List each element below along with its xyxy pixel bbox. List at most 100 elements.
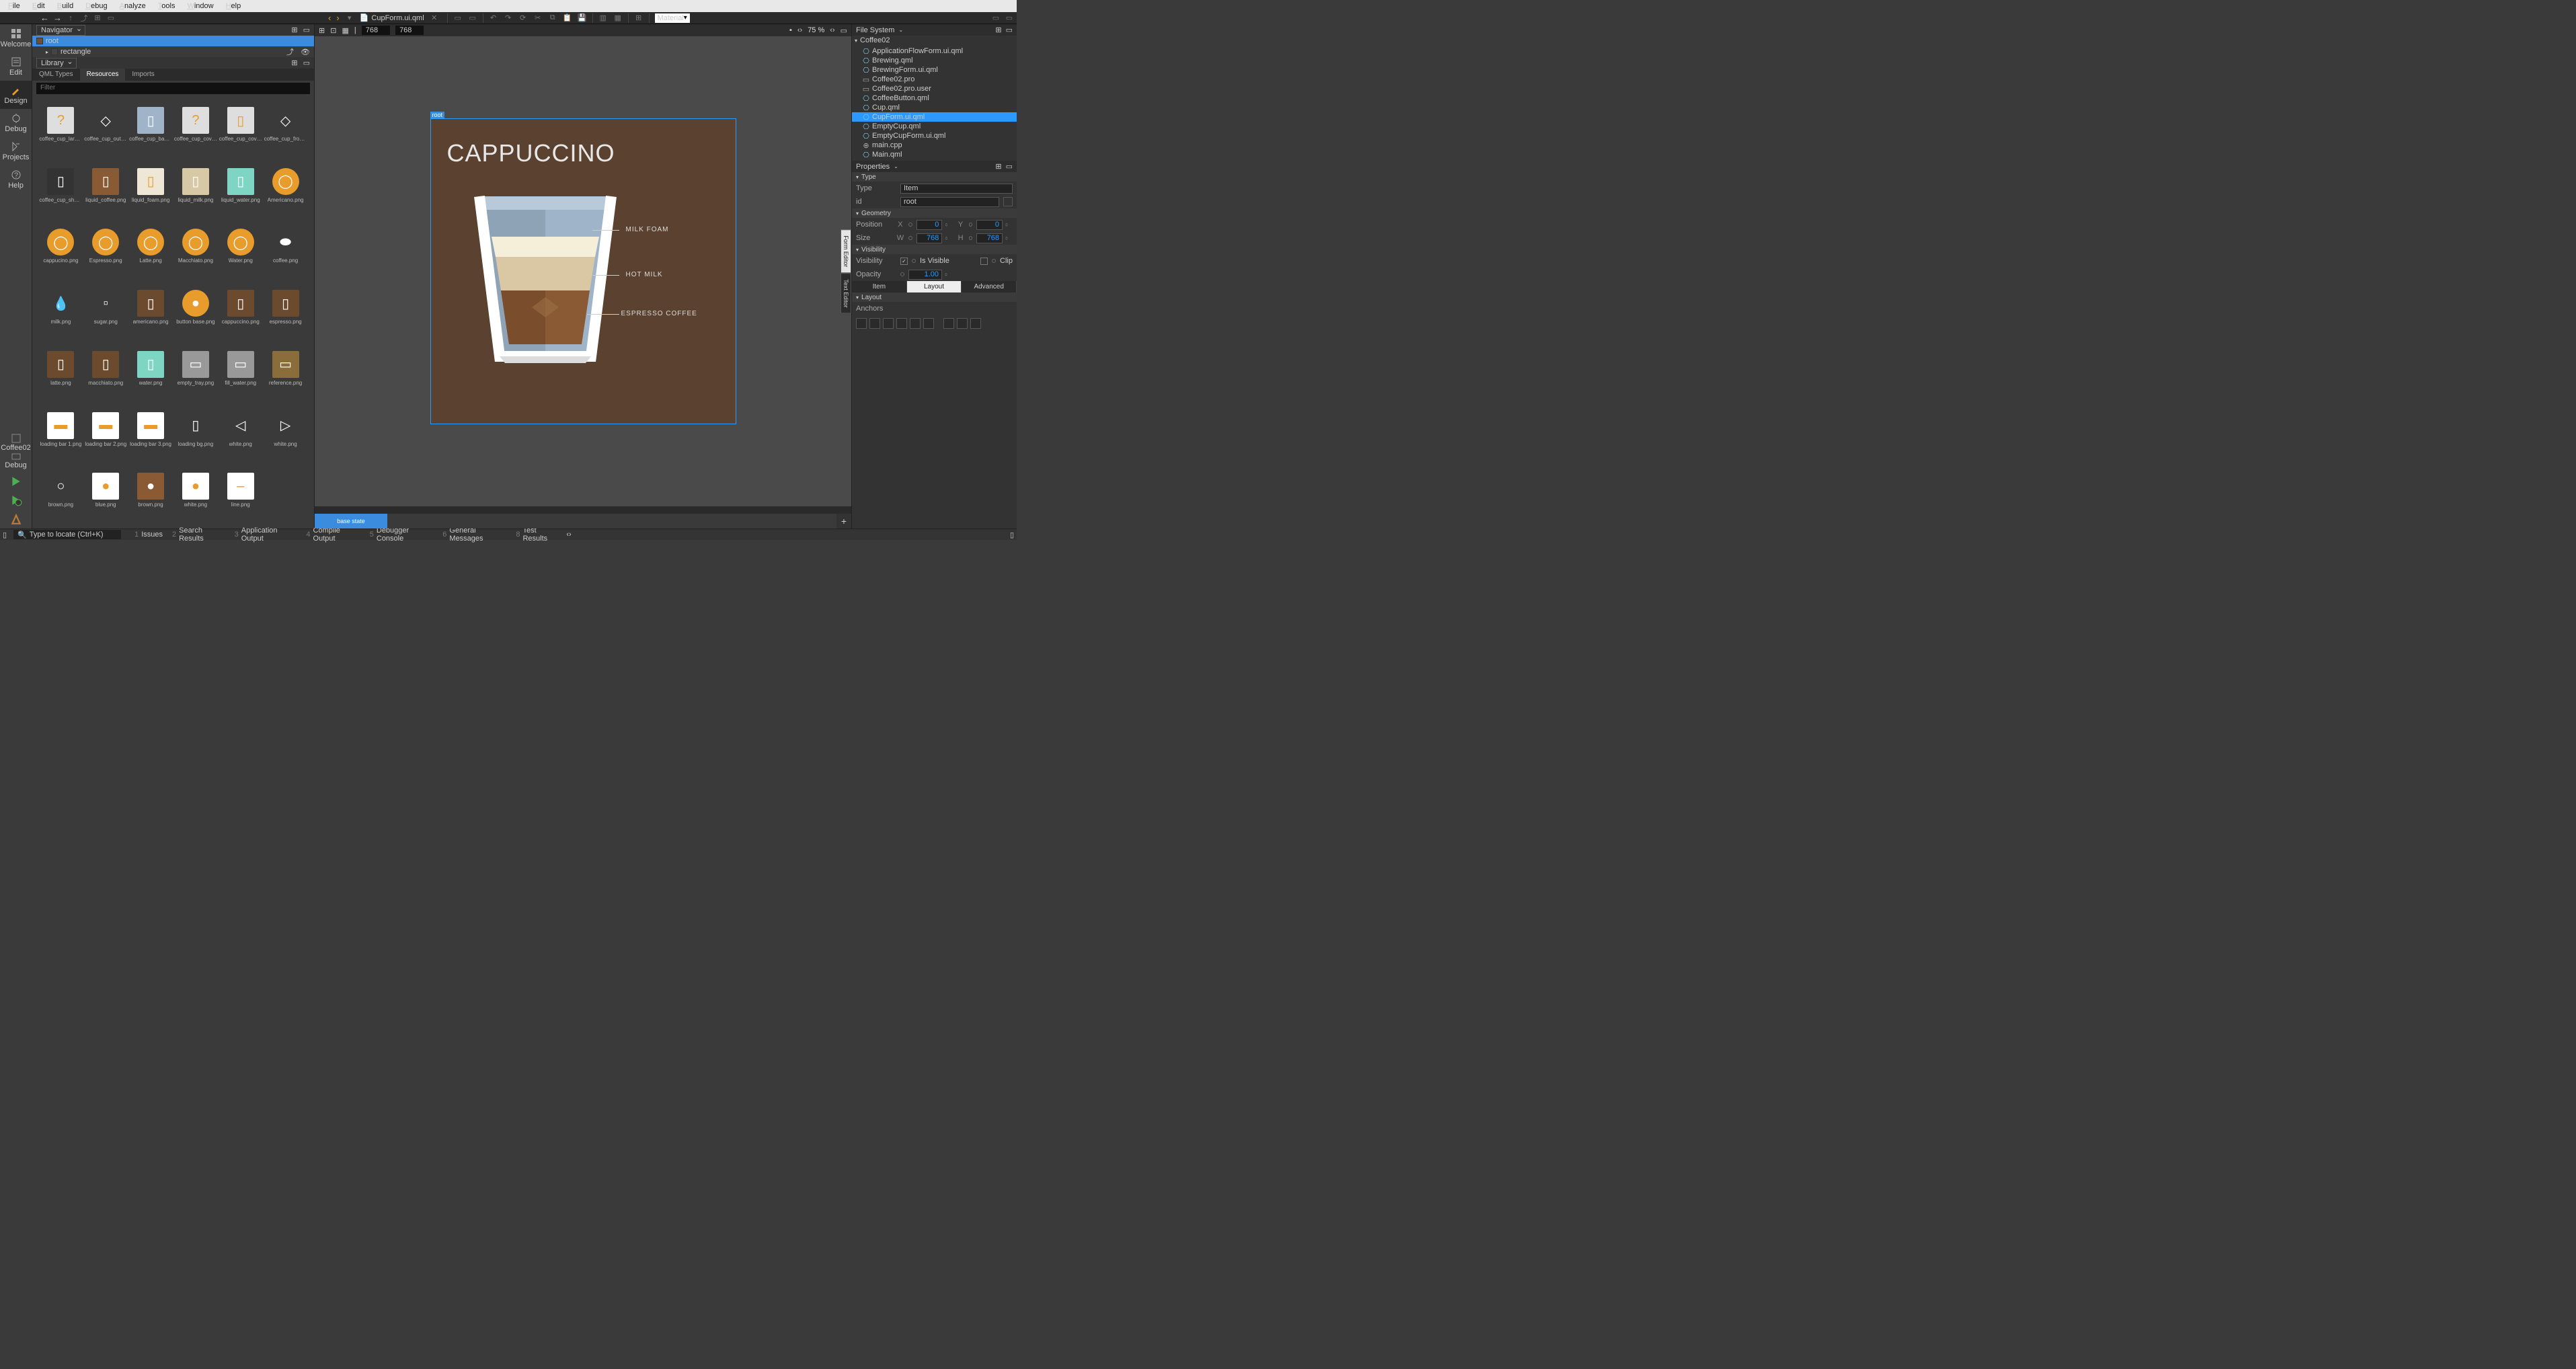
nav-back-icon[interactable]: ← xyxy=(40,13,49,23)
output-tab[interactable]: 8 Test Results xyxy=(516,526,559,543)
resource-item[interactable]: ◁white.png xyxy=(219,404,262,455)
file-tree-row[interactable]: ⎔Main.qml xyxy=(852,150,1017,159)
output-tab[interactable]: 3 Application Output xyxy=(235,526,297,543)
build-button[interactable] xyxy=(0,510,32,529)
visibility-icon[interactable]: 👁 xyxy=(301,48,310,56)
menu-edit[interactable]: Edit xyxy=(27,1,50,11)
resource-item[interactable]: 💧milk.png xyxy=(39,282,83,333)
resource-item[interactable]: –line.png xyxy=(219,465,262,516)
output-tab[interactable]: 5 Debugger Console xyxy=(370,526,434,543)
file-tree-row[interactable]: ⊕main.cpp xyxy=(852,141,1017,150)
open-document[interactable]: 📄 CupForm.ui.qml xyxy=(360,13,424,22)
debug-run-button[interactable] xyxy=(0,491,32,510)
menu-tools[interactable]: Tools xyxy=(153,1,181,11)
resource-item[interactable]: ◇coffee_cup_front.png xyxy=(264,99,307,150)
locator-input[interactable]: 🔍 Type to locate (Ctrl+K) xyxy=(13,530,121,539)
resource-item[interactable]: ▯liquid_coffee.png xyxy=(84,160,128,211)
tab-item[interactable]: Item xyxy=(852,281,907,292)
resource-item[interactable]: ?coffee_cup_large.png xyxy=(39,99,83,150)
nav-tool-icon[interactable]: ⊞ xyxy=(291,26,297,34)
resource-item[interactable]: ?coffee_cup_coverplat... xyxy=(174,99,218,150)
navigator-dropdown[interactable]: Navigator xyxy=(36,25,85,36)
type-field[interactable]: Item xyxy=(900,184,1013,194)
resource-item[interactable]: ◯Espresso.png xyxy=(84,221,128,272)
mode-design[interactable]: Design xyxy=(0,81,32,109)
nav-out-icon[interactable]: ⤴ xyxy=(79,13,89,23)
anchor-bottom-button[interactable] xyxy=(869,318,880,329)
nav-close-icon[interactable]: ▭ xyxy=(106,13,116,23)
menu-build[interactable]: Build xyxy=(52,1,79,11)
file-tree-row[interactable]: ⎔EmptyCup.qml xyxy=(852,122,1017,131)
undo-icon[interactable]: ↶ xyxy=(489,13,498,23)
resource-item[interactable]: ◯Macchiato.png xyxy=(174,221,218,272)
anchor-top-button[interactable] xyxy=(856,318,867,329)
clip-checkbox[interactable] xyxy=(980,258,988,265)
zoom-stepper[interactable]: ‹› xyxy=(830,26,834,34)
resource-item[interactable]: ○brown.png xyxy=(39,465,83,516)
y-field[interactable]: 0 xyxy=(976,220,1003,230)
canvas-opt-icon[interactable]: ‹› xyxy=(797,26,802,34)
export-icon[interactable]: ⤴ xyxy=(286,46,294,57)
resource-item[interactable]: ▯cappuccino.png xyxy=(219,282,262,333)
file-tree-row[interactable]: ⎔CoffeeButton.qml xyxy=(852,93,1017,103)
resource-item[interactable]: ▷white.png xyxy=(264,404,307,455)
lib-tool-icon[interactable]: ⊞ xyxy=(291,58,297,67)
output-tab[interactable]: 1 Issues xyxy=(134,526,163,543)
section-visibility[interactable]: Visibility xyxy=(852,245,1017,254)
resource-item[interactable]: ▫sugar.png xyxy=(84,282,128,333)
x-field[interactable]: 0 xyxy=(916,220,943,230)
tab-imports[interactable]: Imports xyxy=(125,69,161,81)
resource-item[interactable]: ◯Water.png xyxy=(219,221,262,272)
resource-item[interactable]: ▯coffee_cup_back.png xyxy=(129,99,173,150)
cut-icon[interactable]: ✂ xyxy=(533,13,543,23)
resource-item[interactable]: ▯americano.png xyxy=(129,282,173,333)
style-selector[interactable]: Material ▾ xyxy=(655,13,690,23)
section-layout[interactable]: Layout xyxy=(852,292,1017,302)
resource-item[interactable]: ▯latte.png xyxy=(39,343,83,394)
anchor-fill-button[interactable] xyxy=(910,318,921,329)
file-tree-row[interactable]: ⎔ApplicationFlowForm.ui.qml xyxy=(852,46,1017,56)
output-tab[interactable]: 6 General Messages xyxy=(442,526,506,543)
snap-icon[interactable]: ⊞ xyxy=(634,13,643,23)
resource-item[interactable]: ▯coffee_cup_coverplat... xyxy=(219,99,262,150)
text-editor-tab[interactable]: Text Editor xyxy=(841,273,851,314)
resource-item[interactable]: ▯liquid_foam.png xyxy=(129,160,173,211)
anchor-hcenter-button[interactable] xyxy=(943,318,954,329)
anchor-reset-button[interactable] xyxy=(970,318,981,329)
resource-item[interactable]: ▭reference.png xyxy=(264,343,307,394)
canvas-height-field[interactable]: 768 xyxy=(395,26,424,35)
navigator-root-item[interactable]: root xyxy=(32,36,314,46)
doc-list-icon[interactable]: ▾ xyxy=(345,13,354,23)
redo-icon[interactable]: ↷ xyxy=(504,13,513,23)
menu-help[interactable]: Help xyxy=(221,1,247,11)
outputs-more-icon[interactable]: ‹› xyxy=(566,531,571,539)
doc-close-icon[interactable]: ✕ xyxy=(430,13,439,23)
close-panel-icon[interactable]: ▭ xyxy=(1005,13,1014,23)
save-icon[interactable]: 💾 xyxy=(578,13,587,23)
resource-item[interactable]: ▯coffee_cup_shadow.... xyxy=(39,160,83,211)
tab-advanced[interactable]: Advanced xyxy=(962,281,1017,292)
section-type[interactable]: Type xyxy=(852,172,1017,182)
resource-item[interactable]: ⬬coffee.png xyxy=(264,221,307,272)
tool-2-icon[interactable]: ▭ xyxy=(468,13,477,23)
file-tree-row[interactable]: ⎔CupForm.ui.qml xyxy=(852,112,1017,122)
fs-close-icon[interactable]: ▭ xyxy=(1006,26,1013,34)
resource-item[interactable]: ◇coffee_cup_outline.p... xyxy=(84,99,128,150)
resource-item[interactable]: ▯water.png xyxy=(129,343,173,394)
tab-layout[interactable]: Layout xyxy=(907,281,962,292)
canvas-tool-1-icon[interactable]: ⊞ xyxy=(319,26,325,35)
props-close-icon[interactable]: ▭ xyxy=(1006,162,1013,171)
resource-item[interactable]: ◯cappucino.png xyxy=(39,221,83,272)
resource-item[interactable]: ▯liquid_water.png xyxy=(219,160,262,211)
resource-item[interactable]: ▯liquid_milk.png xyxy=(174,160,218,211)
resource-item[interactable]: ▯espresso.png xyxy=(264,282,307,333)
resource-item[interactable]: ▬loading bar 2.png xyxy=(84,404,128,455)
resource-item[interactable]: ●button base.png xyxy=(174,282,218,333)
opacity-field[interactable]: 1.00 xyxy=(908,270,942,280)
resource-item[interactable]: ▬loading bar 3.png xyxy=(129,404,173,455)
canvas-scrollbar[interactable] xyxy=(315,506,851,514)
library-filter[interactable]: Filter xyxy=(36,83,310,94)
canvas-color-icon[interactable]: ▪ xyxy=(789,26,792,34)
add-state-button[interactable]: + xyxy=(836,514,851,529)
file-tree-row[interactable]: ⎔Cup.qml xyxy=(852,103,1017,112)
